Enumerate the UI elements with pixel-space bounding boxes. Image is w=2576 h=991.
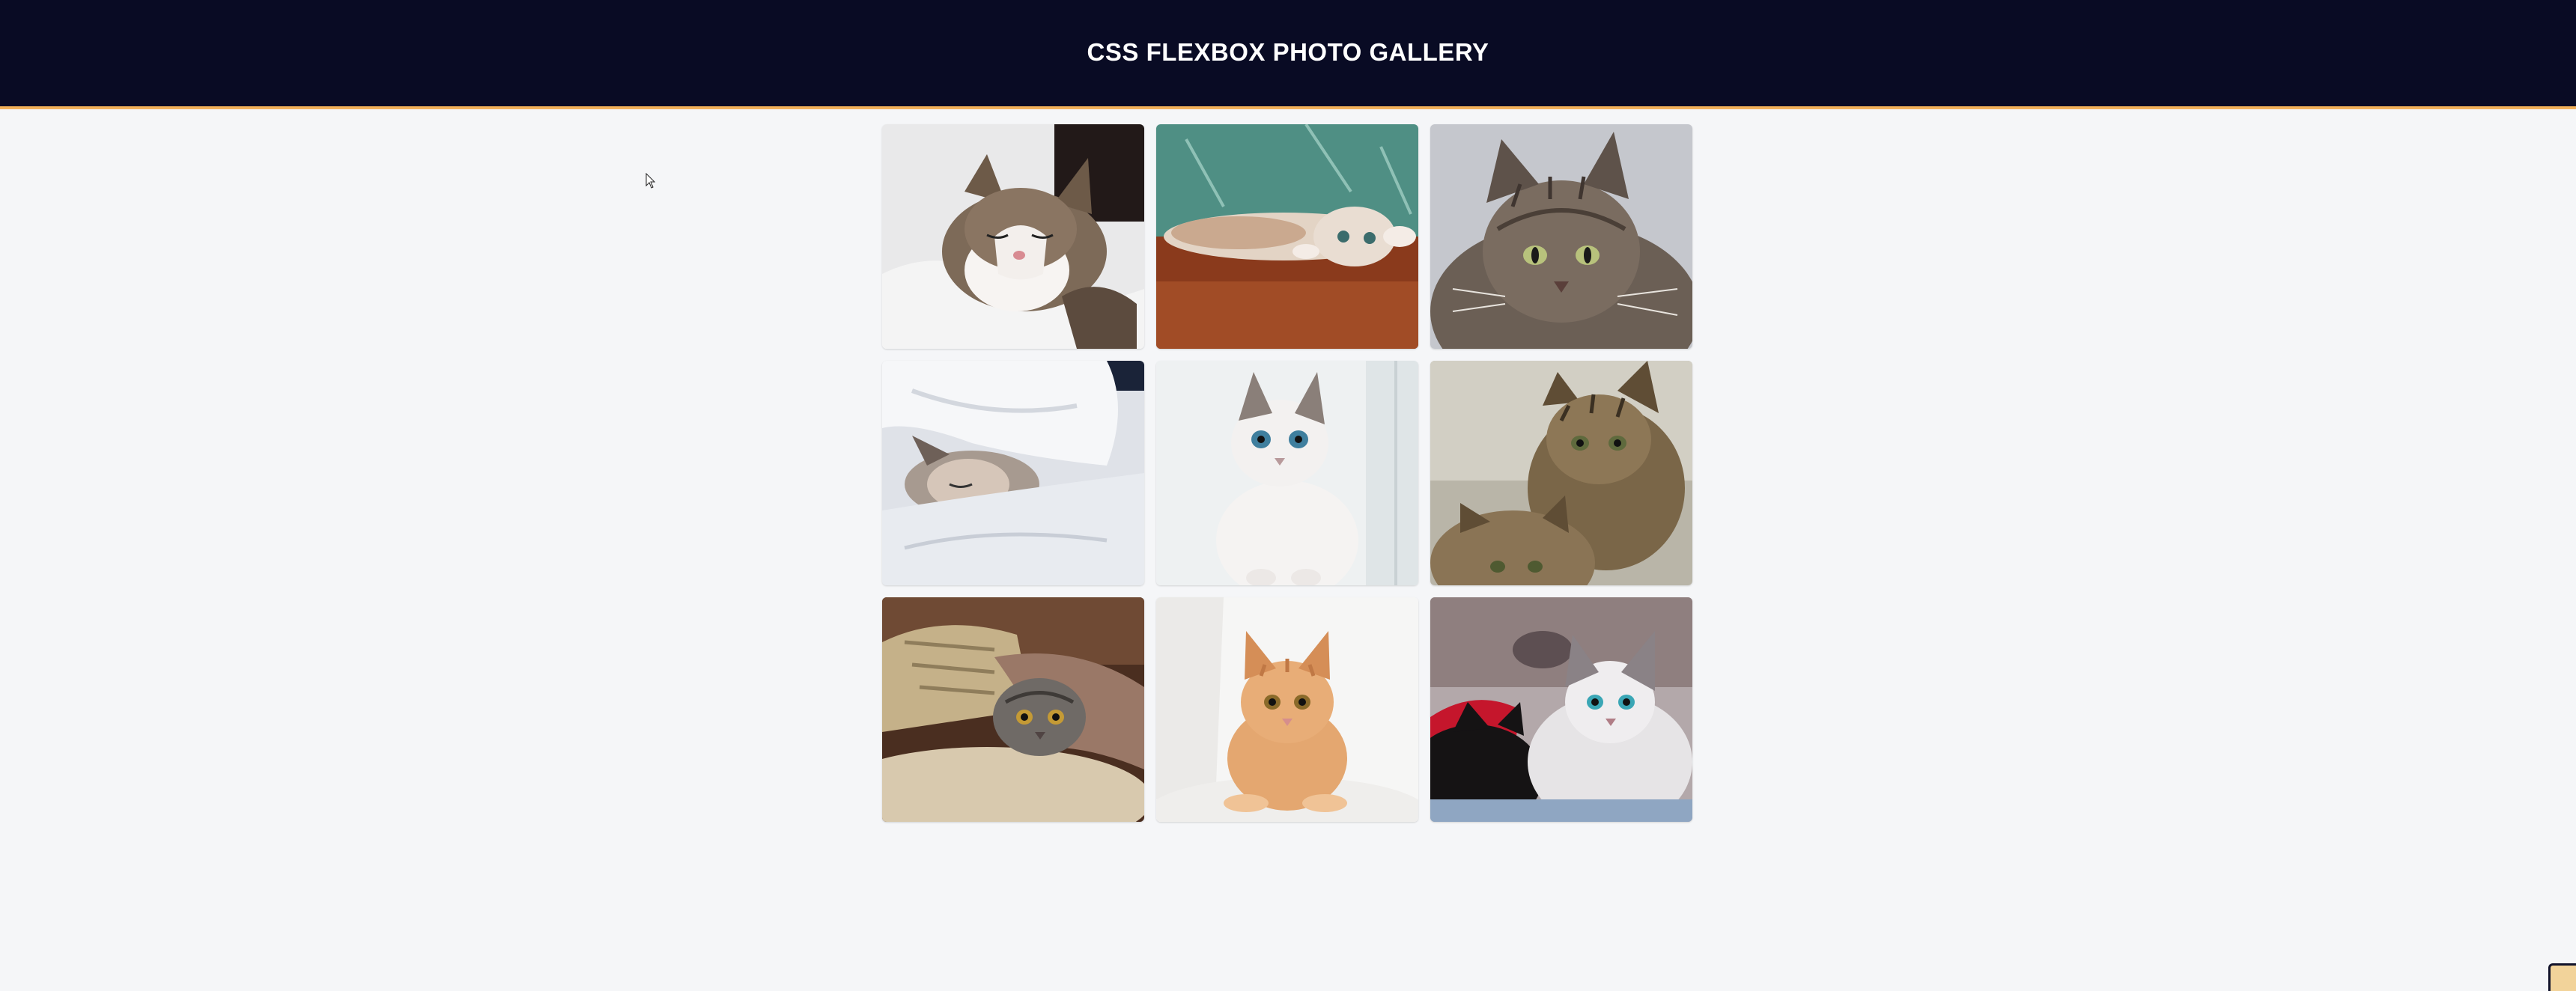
- page-title: CSS FLEXBOX PHOTO GALLERY: [1087, 38, 1489, 66]
- gallery-photo-2[interactable]: [1156, 124, 1418, 349]
- gallery-photo-4[interactable]: [882, 361, 1144, 585]
- mouse-cursor-icon: [645, 173, 656, 189]
- photo-gallery: [882, 124, 1695, 822]
- cat-photo-icon: [882, 124, 1144, 349]
- gallery-photo-3[interactable]: [1430, 124, 1692, 349]
- corner-toggle-button[interactable]: [2548, 963, 2576, 991]
- gallery-photo-1[interactable]: [882, 124, 1144, 349]
- cat-photo-icon: [882, 361, 1144, 585]
- cat-photo-icon: [1430, 361, 1692, 585]
- page-header: CSS FLEXBOX PHOTO GALLERY: [0, 0, 2576, 109]
- gallery-photo-8[interactable]: [1156, 597, 1418, 822]
- cat-photo-icon: [1430, 124, 1692, 349]
- gallery-photo-5[interactable]: [1156, 361, 1418, 585]
- cat-photo-icon: [882, 597, 1144, 822]
- gallery-photo-7[interactable]: [882, 597, 1144, 822]
- gallery-photo-9[interactable]: [1430, 597, 1692, 822]
- cat-photo-icon: [1156, 597, 1418, 822]
- cat-photo-icon: [1156, 361, 1418, 585]
- cat-photo-icon: [1430, 597, 1692, 822]
- cat-photo-icon: [1156, 124, 1418, 349]
- gallery-photo-6[interactable]: [1430, 361, 1692, 585]
